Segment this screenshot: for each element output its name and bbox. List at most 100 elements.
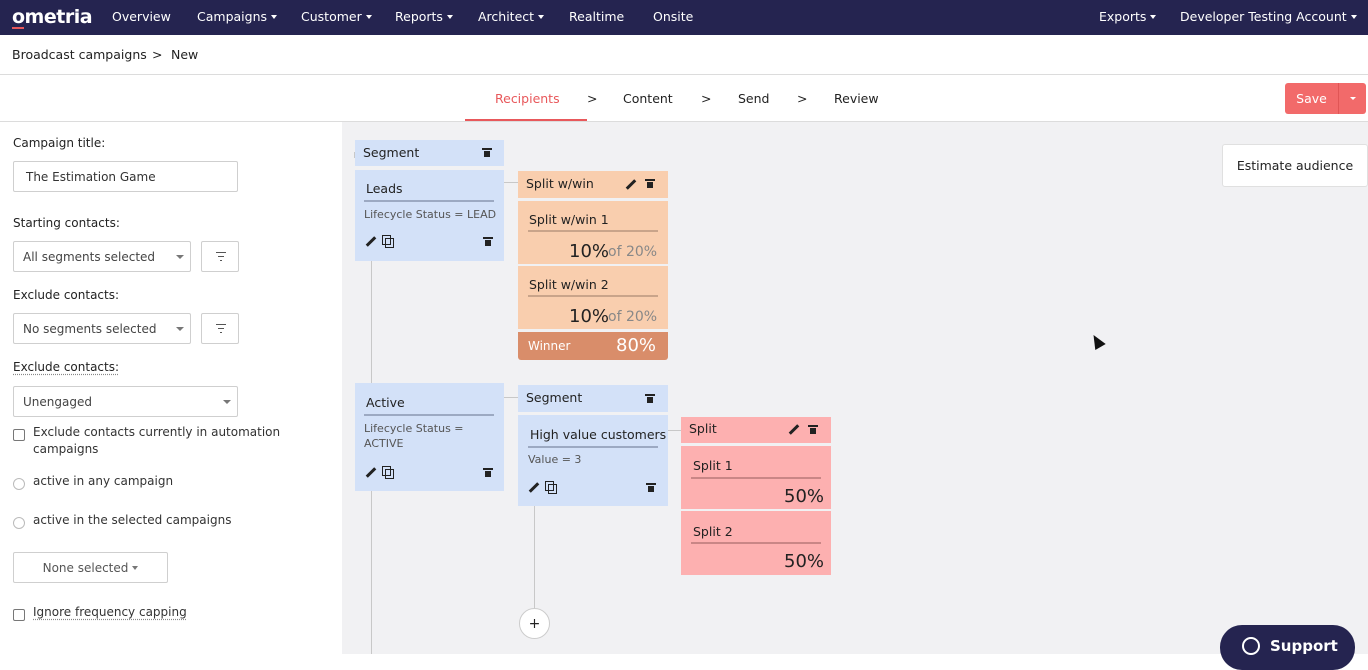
connector-line (371, 261, 372, 383)
top-navigation: ometria Overview Campaigns Customer Repo… (0, 0, 1368, 35)
step-send[interactable]: Send (738, 91, 769, 106)
exclude-engagement-select[interactable]: Unengaged (13, 386, 238, 417)
divider (691, 477, 821, 479)
add-node-button[interactable]: + (519, 608, 550, 639)
nav-realtime[interactable]: Realtime (569, 9, 624, 24)
save-options-button[interactable] (1338, 83, 1366, 114)
exclude-contacts-select[interactable]: No segments selected (13, 313, 191, 344)
segment-header[interactable]: Segment (518, 385, 668, 412)
active-step-indicator (465, 119, 587, 121)
starting-contacts-value: All segments selected (23, 250, 155, 264)
split-win-variant-1[interactable]: Split w/win 1 10% of 20% (518, 201, 668, 264)
exclude-contacts-label: Exclude contacts: (13, 288, 119, 302)
nav-reports[interactable]: Reports (395, 9, 453, 24)
exclude-engagement-value: Unengaged (23, 395, 92, 409)
radio-active-any[interactable] (13, 478, 25, 490)
split-variant-1[interactable]: Split 1 50% (681, 446, 831, 509)
support-button[interactable]: Support (1220, 625, 1355, 670)
rule-condition: Lifecycle Status = LEAD (364, 208, 496, 221)
ignore-frequency-checkbox[interactable] (13, 609, 25, 621)
divider (528, 295, 658, 297)
edit-icon[interactable] (366, 236, 377, 247)
connector-line (667, 430, 681, 431)
chevron-down-icon (1150, 15, 1156, 19)
rule-condition: Lifecycle Status = ACTIVE (364, 421, 474, 451)
chevron-down-icon (366, 15, 372, 19)
campaign-multiselect[interactable]: None selected (13, 552, 168, 583)
segment-rule-leads[interactable]: Leads Lifecycle Status = LEAD (355, 170, 504, 261)
nav-exports[interactable]: Exports (1099, 9, 1156, 24)
split-title: Split (689, 421, 717, 436)
divider (364, 414, 494, 416)
starting-contacts-label: Starting contacts: (13, 216, 120, 230)
copy-icon[interactable] (545, 481, 554, 491)
rule-name: Leads (366, 181, 403, 196)
segment-rule-high-value[interactable]: High value customers Value = 3 (518, 415, 668, 506)
variant-percent: 50% (784, 551, 824, 572)
trash-icon[interactable] (809, 425, 817, 434)
starting-contacts-select[interactable]: All segments selected (13, 241, 191, 272)
campaign-title-input[interactable]: The Estimation Game (13, 161, 238, 192)
nav-onsite[interactable]: Onsite (653, 9, 693, 24)
filter-button[interactable] (201, 313, 239, 344)
connector-line (504, 397, 518, 398)
trash-icon[interactable] (647, 483, 655, 492)
divider (528, 230, 658, 232)
trash-icon[interactable] (483, 148, 491, 157)
filter-icon-line (218, 256, 224, 257)
chevron-down-icon (176, 255, 184, 259)
campaign-multiselect-value: None selected (43, 561, 129, 575)
segment-header[interactable]: Segment (355, 140, 504, 166)
copy-icon[interactable] (382, 235, 391, 245)
step-bar: Recipients > Content > Send > Review Sav… (0, 75, 1368, 122)
edit-icon[interactable] (626, 179, 637, 190)
estimate-audience-button[interactable]: Estimate audience (1222, 144, 1368, 187)
nav-overview[interactable]: Overview (112, 9, 171, 24)
ometria-logo[interactable]: ometria (12, 6, 92, 28)
trash-icon[interactable] (484, 237, 492, 246)
winner-bar[interactable]: Winner 80% (518, 332, 668, 360)
nav-campaigns[interactable]: Campaigns (197, 9, 277, 24)
trash-icon[interactable] (484, 468, 492, 477)
edit-icon[interactable] (366, 467, 377, 478)
filter-icon (216, 324, 226, 325)
chevron-down-icon (1350, 97, 1356, 100)
exclude-automation-label: Exclude contacts currently in automation… (33, 424, 313, 458)
edit-icon[interactable] (529, 482, 540, 493)
edit-icon[interactable] (789, 424, 800, 435)
breadcrumb-separator: > (152, 47, 162, 62)
split-header[interactable]: Split (681, 417, 831, 443)
breadcrumb-parent[interactable]: Broadcast campaigns (12, 47, 147, 62)
segment-rule-active[interactable]: Active Lifecycle Status = ACTIVE (355, 383, 504, 491)
exclude-automation-checkbox[interactable] (13, 429, 25, 441)
nav-architect[interactable]: Architect (478, 9, 544, 24)
trash-icon[interactable] (646, 179, 654, 188)
chat-icon (1242, 637, 1260, 655)
connector-line (371, 491, 372, 654)
split-variant-2[interactable]: Split 2 50% (681, 511, 831, 575)
step-review[interactable]: Review (834, 91, 879, 106)
radio-active-selected-label: active in the selected campaigns (33, 512, 231, 529)
trash-icon[interactable] (646, 394, 654, 403)
copy-icon[interactable] (382, 466, 391, 476)
segmentation-canvas: Segment Leads Lifecycle Status = LEAD Ac… (342, 122, 1368, 654)
split-win-variant-2[interactable]: Split w/win 2 10% of 20% (518, 266, 668, 329)
step-recipients[interactable]: Recipients (495, 91, 560, 106)
step-content[interactable]: Content (623, 91, 673, 106)
filter-button[interactable] (201, 241, 239, 272)
split-win-header[interactable]: Split w/win (518, 171, 668, 198)
recipients-settings-panel: Campaign title: The Estimation Game Star… (0, 122, 342, 654)
campaign-title-label: Campaign title: (13, 136, 105, 150)
account-menu[interactable]: Developer Testing Account (1180, 9, 1357, 24)
nav-customer[interactable]: Customer (301, 9, 372, 24)
variant-name: Split w/win 2 (529, 277, 609, 292)
divider (364, 200, 494, 202)
variant-of-percent: of 20% (608, 244, 657, 260)
radio-active-selected[interactable] (13, 517, 25, 529)
save-button[interactable]: Save (1285, 83, 1338, 114)
chevron-down-icon (176, 327, 184, 331)
exclude-contacts-label-2: Exclude contacts: (13, 360, 119, 374)
rule-name: Active (366, 395, 405, 410)
split-win-title: Split w/win (526, 176, 594, 191)
filter-icon (216, 252, 226, 253)
